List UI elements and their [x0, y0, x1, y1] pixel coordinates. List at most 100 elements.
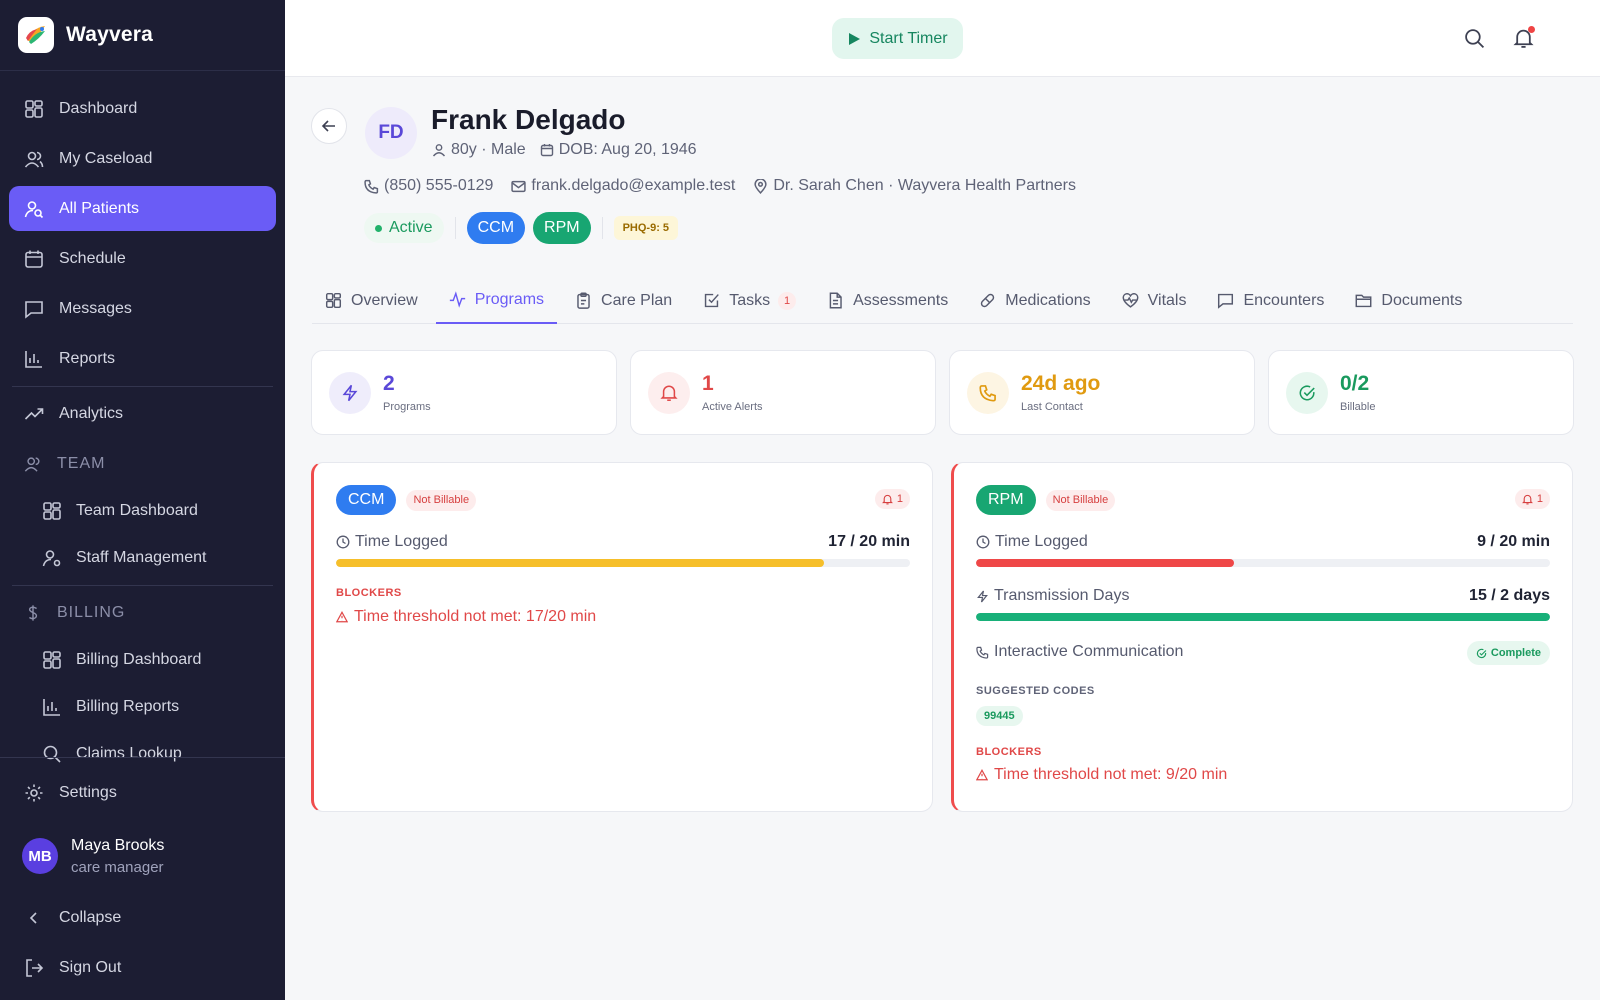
interactive-communication-text: Interactive Communication: [994, 643, 1184, 660]
sign-out-label: Sign Out: [59, 958, 122, 976]
sidebar-item-billing-dashboard[interactable]: Billing Dashboard: [0, 636, 285, 683]
calendar-icon: [540, 143, 554, 157]
zap-icon: [329, 371, 371, 414]
arrow-left-icon: [321, 118, 337, 134]
tab-encounters[interactable]: Encounters: [1204, 277, 1337, 324]
sidebar-bottom: Settings MB Maya Brooks care manager Col…: [0, 757, 285, 995]
blocker-item: Time threshold not met: 17/20 min: [336, 608, 596, 626]
sidebar-item-analytics[interactable]: Analytics: [9, 391, 276, 436]
collapse-label: Collapse: [59, 908, 122, 926]
check-circle-icon: [1286, 371, 1328, 414]
tab-care-plan[interactable]: Care Plan: [562, 277, 685, 324]
sidebar-item-messages[interactable]: Messages: [9, 286, 276, 331]
sidebar-item-dashboard[interactable]: Dashboard: [9, 86, 276, 131]
dollar-icon: [23, 603, 43, 623]
patient-contact: (850) 555-0129 frank.delgado@example.tes…: [364, 177, 1094, 195]
clock-icon: [976, 535, 990, 549]
time-logged-label: Time Logged: [336, 533, 448, 551]
user-search-icon: [23, 198, 45, 220]
grid-icon: [23, 98, 45, 120]
tab-programs[interactable]: Programs: [435, 277, 558, 324]
tab-label: Tasks: [729, 291, 771, 309]
program-pill-rpm: RPM: [533, 212, 591, 244]
tab-label: Assessments: [853, 291, 949, 309]
bell-icon: [648, 371, 690, 414]
calendar-icon: [23, 248, 45, 270]
status-dot: [375, 224, 382, 232]
time-progress-fill: [976, 559, 1235, 567]
stat-value: 0/2: [1340, 372, 1370, 395]
users-icon: [23, 454, 43, 474]
section-label: TEAM: [57, 455, 106, 472]
notifications-button[interactable]: [1511, 26, 1535, 50]
tab-assessments[interactable]: Assessments: [814, 277, 961, 324]
blockers-title: BLOCKERS: [976, 746, 1042, 758]
bell-icon: [1521, 494, 1533, 505]
patient-email[interactable]: frank.delgado@example.test: [511, 177, 735, 195]
sign-out-button[interactable]: Sign Out: [9, 945, 276, 990]
sidebar-item-schedule[interactable]: Schedule: [9, 236, 276, 281]
sidebar-item-label: Reports: [59, 349, 116, 367]
sidebar-item-label: All Patients: [59, 199, 140, 217]
sidebar-item-all-patients[interactable]: All Patients: [9, 186, 276, 231]
grid-icon: [325, 292, 342, 309]
divider: [12, 386, 273, 387]
stat-label: Programs: [383, 401, 431, 413]
search-icon: [1464, 28, 1485, 49]
stat-label: Active Alerts: [702, 401, 763, 413]
program-pill-ccm: CCM: [336, 485, 397, 515]
tab-vitals[interactable]: Vitals: [1109, 277, 1200, 324]
patient-age-sex: 80y · Male: [451, 141, 526, 158]
time-logged-label: Time Logged: [976, 533, 1088, 551]
user-profile[interactable]: MB Maya Brooks care manager: [0, 820, 285, 892]
start-timer-button[interactable]: Start Timer: [832, 18, 963, 59]
play-icon: [847, 32, 861, 46]
sidebar-item-team-dashboard[interactable]: Team Dashboard: [0, 487, 285, 534]
patient-phone[interactable]: (850) 555-0129: [364, 177, 493, 195]
sidebar-item-my-caseload[interactable]: My Caseload: [9, 136, 276, 181]
time-logged-value: 9 / 20 min: [1477, 533, 1550, 550]
tab-label: Overview: [351, 291, 418, 309]
brand[interactable]: Wayvera: [0, 0, 285, 71]
tab-tasks[interactable]: Tasks 1: [690, 277, 809, 324]
file-text-icon: [827, 292, 844, 309]
sidebar-item-reports[interactable]: Reports: [9, 336, 276, 381]
tab-label: Vitals: [1147, 291, 1187, 309]
patient-provider-text: Dr. Sarah Chen · Wayvera Health Partners: [773, 177, 1076, 194]
blocker-item: Time threshold not met: 9/20 min: [976, 766, 1227, 784]
transmission-days-label: Transmission Days: [976, 587, 1129, 605]
stat-value: 24d ago: [1021, 372, 1101, 395]
section-label: BILLING: [57, 604, 126, 621]
notification-dot: [1528, 26, 1535, 33]
phone-icon: [976, 646, 989, 659]
tab-overview[interactable]: Overview: [312, 277, 431, 324]
sidebar-item-label: Dashboard: [59, 99, 138, 117]
sidebar-item-settings[interactable]: Settings: [9, 770, 276, 815]
code-pill[interactable]: 99445: [976, 706, 1023, 726]
patient-phone-text: (850) 555-0129: [384, 177, 494, 194]
back-button[interactable]: [311, 108, 347, 144]
alert-triangle-icon: [336, 611, 348, 623]
patient-email-text: frank.delgado@example.test: [531, 177, 736, 194]
sidebar-item-billing-reports[interactable]: Billing Reports: [0, 683, 285, 730]
alert-count: 1: [1536, 493, 1543, 505]
phone-icon: [364, 179, 379, 194]
tab-documents[interactable]: Documents: [1342, 277, 1475, 324]
tab-medications[interactable]: Medications: [966, 277, 1103, 324]
search-button[interactable]: [1462, 26, 1486, 50]
sidebar-item-staff-management[interactable]: Staff Management: [0, 534, 285, 581]
phq-badge: PHQ-9: 5: [613, 216, 679, 240]
blockers-title: BLOCKERS: [336, 587, 402, 599]
chevron-left-icon: [23, 907, 45, 929]
alert-count-badge[interactable]: 1: [874, 489, 910, 509]
interactive-communication-label: Interactive Communication: [976, 643, 1183, 661]
tasks-count-badge: 1: [778, 291, 797, 310]
user-name: Maya Brooks: [71, 836, 165, 854]
heart-pulse-icon: [1122, 292, 1139, 309]
alert-count-badge[interactable]: 1: [1514, 489, 1550, 509]
grid-icon: [41, 500, 63, 522]
mail-icon: [511, 179, 527, 194]
blocker-text: Time threshold not met: 9/20 min: [994, 766, 1228, 783]
collapse-button[interactable]: Collapse: [9, 895, 276, 940]
transmission-progress-fill: [976, 613, 1550, 621]
